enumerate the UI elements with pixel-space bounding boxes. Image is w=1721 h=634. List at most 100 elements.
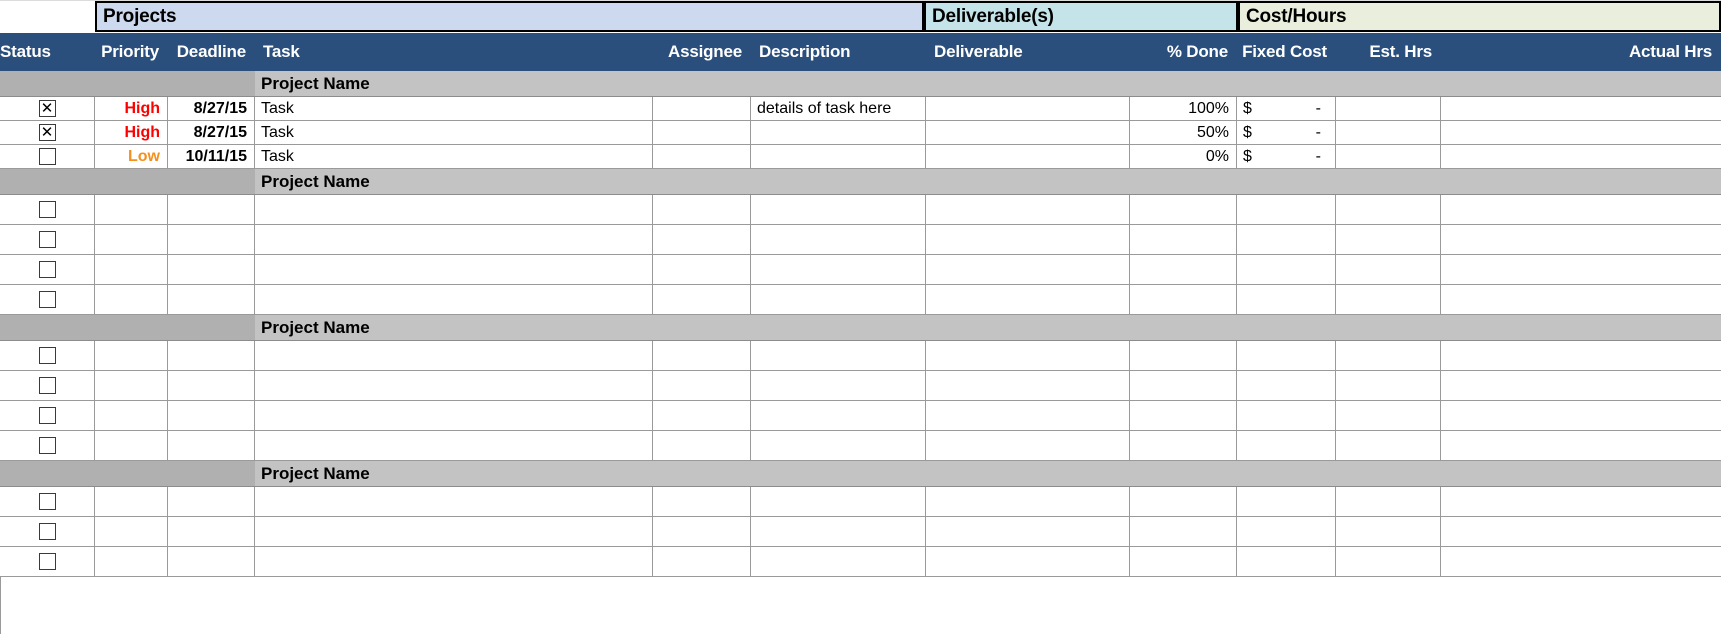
cell-deadline[interactable]: 8/27/15 — [168, 97, 255, 121]
cell-assignee[interactable] — [653, 225, 751, 255]
cell-deadline[interactable] — [168, 401, 255, 431]
cell-deadline[interactable] — [168, 255, 255, 285]
cell-assignee[interactable] — [653, 547, 751, 577]
cell-assignee[interactable] — [653, 517, 751, 547]
cell-fixed-cost[interactable]: $ - — [1237, 121, 1336, 145]
cell-task[interactable] — [255, 547, 653, 577]
cell-actual-hrs[interactable] — [1441, 255, 1721, 285]
cell-task[interactable] — [255, 255, 653, 285]
group-row-name[interactable]: Project Name — [255, 461, 653, 487]
column-header-percent-done[interactable]: % Done — [1130, 33, 1237, 71]
cell-actual-hrs[interactable] — [1441, 401, 1721, 431]
cell-deliverable[interactable] — [926, 431, 1130, 461]
cell-est-hrs[interactable] — [1336, 285, 1441, 315]
cell-description[interactable] — [751, 547, 926, 577]
cell-status[interactable] — [0, 285, 95, 315]
cell-task[interactable] — [255, 341, 653, 371]
cell-actual-hrs[interactable] — [1441, 195, 1721, 225]
column-header-description[interactable]: Description — [751, 33, 926, 71]
cell-percent-done[interactable] — [1130, 517, 1237, 547]
checkbox-unchecked-icon[interactable] — [38, 523, 56, 540]
cell-assignee[interactable] — [653, 255, 751, 285]
cell-status[interactable] — [0, 487, 95, 517]
cell-actual-hrs[interactable] — [1441, 431, 1721, 461]
checkbox-checked-icon[interactable]: ✕ — [38, 100, 56, 117]
cell-deadline[interactable] — [168, 431, 255, 461]
column-header-task[interactable]: Task — [255, 33, 653, 71]
cell-est-hrs[interactable] — [1336, 225, 1441, 255]
cell-status[interactable] — [0, 341, 95, 371]
cell-deliverable[interactable] — [926, 121, 1130, 145]
cell-status[interactable] — [0, 145, 95, 169]
column-header-est-hrs[interactable]: Est. Hrs — [1336, 33, 1441, 71]
cell-task[interactable] — [255, 371, 653, 401]
cell-description[interactable] — [751, 255, 926, 285]
cell-percent-done[interactable] — [1130, 285, 1237, 315]
cell-deliverable[interactable] — [926, 341, 1130, 371]
cell-deliverable[interactable] — [926, 195, 1130, 225]
cell-percent-done[interactable] — [1130, 431, 1237, 461]
cell-assignee[interactable] — [653, 341, 751, 371]
cell-actual-hrs[interactable] — [1441, 487, 1721, 517]
cell-deliverable[interactable] — [926, 145, 1130, 169]
checkbox-unchecked-icon[interactable] — [38, 437, 56, 454]
cell-deliverable[interactable] — [926, 517, 1130, 547]
cell-deadline[interactable] — [168, 517, 255, 547]
cell-fixed-cost[interactable] — [1237, 285, 1336, 315]
cell-fixed-cost[interactable] — [1237, 547, 1336, 577]
cell-priority[interactable]: High — [95, 97, 168, 121]
column-header-deliverable[interactable]: Deliverable — [926, 33, 1130, 71]
cell-status[interactable] — [0, 195, 95, 225]
cell-priority[interactable] — [95, 225, 168, 255]
cell-priority[interactable] — [95, 371, 168, 401]
cell-fixed-cost[interactable] — [1237, 225, 1336, 255]
cell-fixed-cost[interactable] — [1237, 487, 1336, 517]
cell-deadline[interactable] — [168, 285, 255, 315]
cell-priority[interactable] — [95, 285, 168, 315]
cell-description[interactable] — [751, 225, 926, 255]
cell-deliverable[interactable] — [926, 401, 1130, 431]
cell-priority[interactable] — [95, 547, 168, 577]
cell-percent-done[interactable] — [1130, 487, 1237, 517]
cell-actual-hrs[interactable] — [1441, 121, 1721, 145]
checkbox-checked-icon[interactable]: ✕ — [38, 124, 56, 141]
cell-deadline[interactable] — [168, 371, 255, 401]
checkbox-unchecked-icon[interactable] — [38, 553, 56, 570]
cell-assignee[interactable] — [653, 285, 751, 315]
cell-assignee[interactable] — [653, 431, 751, 461]
cell-assignee[interactable] — [653, 487, 751, 517]
cell-priority[interactable] — [95, 195, 168, 225]
cell-priority[interactable] — [95, 517, 168, 547]
cell-percent-done[interactable] — [1130, 341, 1237, 371]
cell-fixed-cost[interactable] — [1237, 195, 1336, 225]
cell-est-hrs[interactable] — [1336, 255, 1441, 285]
cell-est-hrs[interactable] — [1336, 401, 1441, 431]
group-row-name[interactable]: Project Name — [255, 71, 653, 97]
cell-description[interactable]: details of task here — [751, 97, 926, 121]
cell-percent-done[interactable] — [1130, 195, 1237, 225]
cell-priority[interactable] — [95, 341, 168, 371]
checkbox-unchecked-icon[interactable] — [38, 291, 56, 308]
cell-assignee[interactable] — [653, 401, 751, 431]
cell-percent-done[interactable]: 0% — [1130, 145, 1237, 169]
cell-percent-done[interactable] — [1130, 401, 1237, 431]
cell-deadline[interactable] — [168, 341, 255, 371]
cell-task[interactable] — [255, 401, 653, 431]
column-header-priority[interactable]: Priority — [95, 33, 168, 71]
cell-actual-hrs[interactable] — [1441, 225, 1721, 255]
cell-priority[interactable] — [95, 431, 168, 461]
checkbox-unchecked-icon[interactable] — [38, 493, 56, 510]
cell-deliverable[interactable] — [926, 97, 1130, 121]
cell-status[interactable] — [0, 517, 95, 547]
checkbox-unchecked-icon[interactable] — [38, 261, 56, 278]
cell-deliverable[interactable] — [926, 225, 1130, 255]
cell-fixed-cost[interactable]: $ - — [1237, 145, 1336, 169]
cell-deliverable[interactable] — [926, 487, 1130, 517]
cell-task[interactable] — [255, 285, 653, 315]
cell-status[interactable] — [0, 371, 95, 401]
cell-deadline[interactable]: 8/27/15 — [168, 121, 255, 145]
cell-task[interactable] — [255, 517, 653, 547]
cell-percent-done[interactable] — [1130, 255, 1237, 285]
cell-est-hrs[interactable] — [1336, 517, 1441, 547]
cell-priority[interactable]: High — [95, 121, 168, 145]
